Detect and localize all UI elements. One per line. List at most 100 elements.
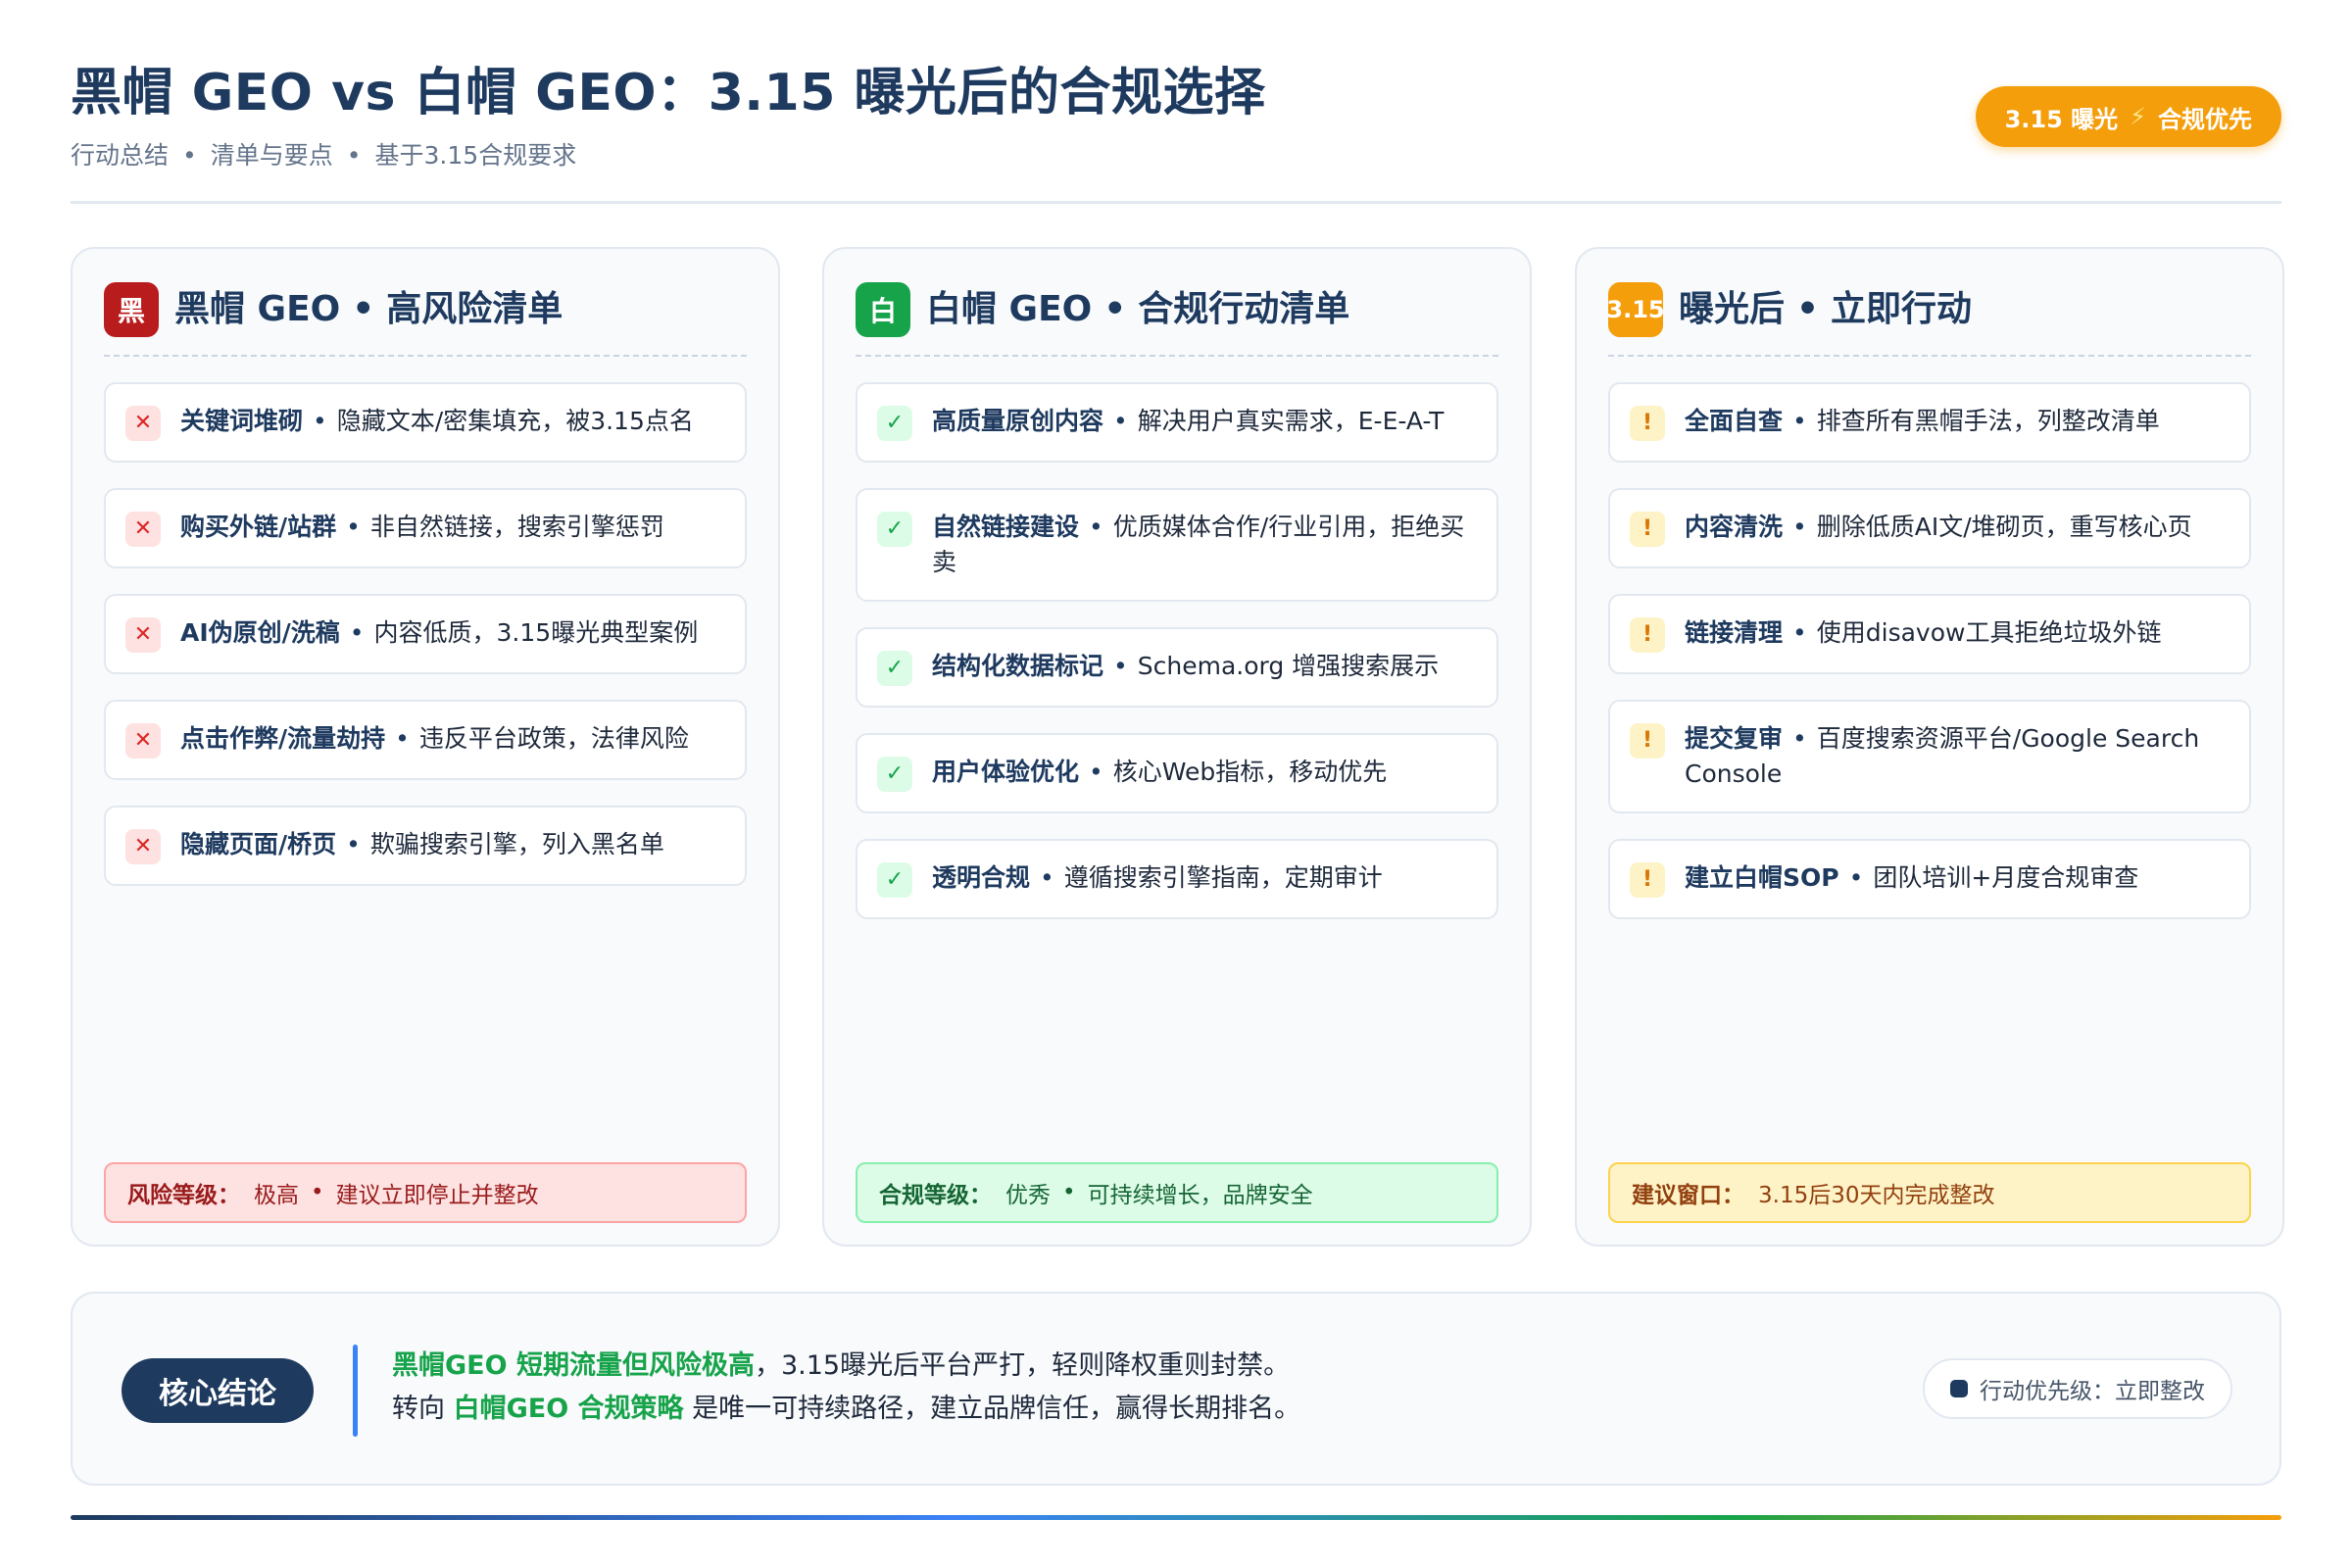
list-item: ✕ AI伪原创/洗稿 • 内容低质，3.15曝光典型案例 bbox=[104, 594, 747, 674]
exclamation-icon: ! bbox=[1630, 723, 1665, 759]
risk-level-footer: 风险等级： 极高 • 建议立即停止并整改 bbox=[104, 1162, 747, 1223]
footer-label: 合规等级： bbox=[879, 1183, 992, 1208]
item-description: 遵循搜索引擎指南，定期审计 bbox=[1063, 863, 1383, 892]
compliance-priority-badge: 3.15 曝光 ⚡ 合规优先 bbox=[1975, 86, 2281, 147]
list-item: ✓ 透明合规 • 遵循搜索引擎指南，定期审计 bbox=[856, 839, 1498, 919]
core-conclusion-panel: 核心结论 黑帽GEO 短期流量但风险极高，3.15曝光后平台严打，轻则降权重则封… bbox=[71, 1292, 2281, 1486]
badge-left-text: 3.15 曝光 bbox=[2004, 105, 2119, 133]
item-description: 非自然链接，搜索引擎惩罚 bbox=[369, 513, 664, 541]
after-exposure-column: 3.15 曝光后 • 立即行动 ! 全面自查 • 排查所有黑帽手法，列整改清单 ! 内容清洗… bbox=[1575, 247, 2284, 1247]
subtitle-separator: • bbox=[182, 141, 197, 170]
list-item: ! 建立白帽SOP • 团队培训+月度合规审查 bbox=[1608, 839, 2251, 919]
list-item: ✓ 自然链接建设 • 优质媒体合作/行业引用，拒绝买卖 bbox=[856, 488, 1498, 602]
conclusion-highlight: 白帽GEO 合规策略 bbox=[453, 1394, 684, 1424]
list-item: ✕ 点击作弊/流量劫持 • 违反平台政策，法律风险 bbox=[104, 700, 747, 780]
item-description: 隐藏文本/密集填充，被3.15点名 bbox=[336, 407, 694, 435]
check-icon: ✓ bbox=[877, 757, 912, 792]
footer-label: 风险等级： bbox=[127, 1183, 240, 1208]
cross-icon: ✕ bbox=[125, 617, 161, 653]
column-header: 白 白帽 GEO • 合规行动清单 bbox=[856, 282, 1498, 357]
conclusion-line-2: 转向 白帽GEO 合规策略 是唯一可持续路径，建立品牌信任，赢得长期排名。 bbox=[392, 1394, 1301, 1424]
item-name: 提交复审 bbox=[1685, 724, 1784, 753]
compliance-list: ✓ 高质量原创内容 • 解决用户真实需求，E-E-A-T ✓ 自然链接建设 • 优质媒体合作… bbox=[856, 382, 1498, 945]
item-description: 使用disavow工具拒绝垃圾外链 bbox=[1816, 618, 2162, 647]
check-icon: ✓ bbox=[877, 651, 912, 686]
list-item: ✕ 购买外链/站群 • 非自然链接，搜索引擎惩罚 bbox=[104, 488, 747, 568]
item-description: 解决用户真实需求，E-E-A-T bbox=[1137, 407, 1445, 435]
check-icon: ✓ bbox=[877, 862, 912, 898]
black-hat-column: 黑 黑帽 GEO • 高风险清单 ✕ 关键词堆砌 • 隐藏文本/密集填充，被3.15点名 … bbox=[71, 247, 780, 1247]
black-hat-icon: 黑 bbox=[104, 282, 159, 337]
date-badge-icon: 3.15 bbox=[1606, 282, 1665, 337]
list-item: ✕ 隐藏页面/桥页 • 欺骗搜索引擎，列入黑名单 bbox=[104, 806, 747, 886]
page-header: 黑帽 GEO vs 白帽 GEO：3.15 曝光后的合规选择 行动总结 • 清单与要… bbox=[71, 59, 2281, 204]
list-item: ✓ 高质量原创内容 • 解决用户真实需求，E-E-A-T bbox=[856, 382, 1498, 463]
column-title: 黑帽 GEO • 高风险清单 bbox=[174, 289, 564, 329]
footer-note: 建议立即停止并整改 bbox=[335, 1183, 539, 1208]
footer-value: 极高 bbox=[254, 1183, 299, 1208]
white-hat-icon: 白 bbox=[856, 282, 910, 337]
list-item: ✓ 结构化数据标记 • Schema.org 增强搜索展示 bbox=[856, 627, 1498, 708]
badge-right-text: 合规优先 bbox=[2158, 105, 2252, 133]
item-description: 删除低质AI文/堆砌页，重写核心页 bbox=[1816, 513, 2192, 541]
list-item: ! 内容清洗 • 删除低质AI文/堆砌页，重写核心页 bbox=[1608, 488, 2251, 568]
column-title: 白帽 GEO • 合规行动清单 bbox=[926, 289, 1350, 329]
accent-divider bbox=[353, 1345, 358, 1437]
footer-label: 建议窗口： bbox=[1632, 1183, 1744, 1208]
conclusion-line-1: 黑帽GEO 短期流量但风险极高，3.15曝光后平台严打，轻则降权重则封禁。 bbox=[392, 1350, 1291, 1381]
exclamation-icon: ! bbox=[1630, 406, 1665, 441]
item-description: Schema.org 增强搜索展示 bbox=[1137, 652, 1440, 680]
column-header: 黑 黑帽 GEO • 高风险清单 bbox=[104, 282, 747, 357]
item-name: 内容清洗 bbox=[1685, 513, 1784, 541]
item-name: 用户体验优化 bbox=[932, 758, 1080, 786]
check-icon: ✓ bbox=[877, 406, 912, 441]
cross-icon: ✕ bbox=[125, 406, 161, 441]
check-icon: ✓ bbox=[877, 512, 912, 547]
square-bullet-icon bbox=[1950, 1380, 1968, 1397]
column-header: 3.15 曝光后 • 立即行动 bbox=[1606, 282, 2251, 357]
item-name: 透明合规 bbox=[932, 863, 1031, 892]
subtitle-part-2: 清单与要点 bbox=[210, 141, 333, 170]
item-description: 欺骗搜索引擎，列入黑名单 bbox=[369, 830, 664, 858]
item-name: 关键词堆砌 bbox=[180, 407, 304, 435]
subtitle-separator: • bbox=[346, 141, 362, 170]
list-item: ! 链接清理 • 使用disavow工具拒绝垃圾外链 bbox=[1608, 594, 2251, 674]
list-item: ! 全面自查 • 排查所有黑帽手法，列整改清单 bbox=[1608, 382, 2251, 463]
column-title: 曝光后 • 立即行动 bbox=[1679, 289, 1973, 329]
exclamation-icon: ! bbox=[1630, 512, 1665, 547]
item-description: 团队培训+月度合规审查 bbox=[1873, 863, 2139, 892]
item-description: 核心Web指标，移动优先 bbox=[1112, 758, 1388, 786]
footer-value: 3.15后30天内完成整改 bbox=[1758, 1183, 1995, 1208]
cross-icon: ✕ bbox=[125, 829, 161, 864]
list-item: ✓ 用户体验优化 • 核心Web指标，移动优先 bbox=[856, 733, 1498, 813]
item-name: AI伪原创/洗稿 bbox=[180, 618, 340, 647]
action-list: ! 全面自查 • 排查所有黑帽手法，列整改清单 ! 内容清洗 • 删除低质AI文/堆砌页，重… bbox=[1608, 382, 2251, 945]
subtitle-part-3: 基于3.15合规要求 bbox=[374, 141, 577, 170]
exclamation-icon: ! bbox=[1630, 862, 1665, 898]
item-description: 违反平台政策，法律风险 bbox=[418, 724, 689, 753]
list-item: ! 提交复审 • 百度搜索资源平台/Google Search Console bbox=[1608, 700, 2251, 813]
item-name: 点击作弊/流量劫持 bbox=[180, 724, 386, 753]
cross-icon: ✕ bbox=[125, 512, 161, 547]
compliance-level-footer: 合规等级： 优秀 • 可持续增长，品牌安全 bbox=[856, 1162, 1498, 1223]
item-description: 内容低质，3.15曝光典型案例 bbox=[373, 618, 699, 647]
footer-note: 可持续增长，品牌安全 bbox=[1087, 1183, 1313, 1208]
core-conclusion-label: 核心结论 bbox=[122, 1358, 314, 1423]
item-name: 购买外链/站群 bbox=[180, 513, 337, 541]
list-item: ✕ 关键词堆砌 • 隐藏文本/密集填充，被3.15点名 bbox=[104, 382, 747, 463]
page-subtitle: 行动总结 • 清单与要点 • 基于3.15合规要求 bbox=[71, 139, 2281, 172]
action-priority-badge: 行动优先级：立即整改 bbox=[1923, 1358, 2232, 1419]
item-name: 结构化数据标记 bbox=[932, 652, 1104, 680]
footer-value: 优秀 bbox=[1005, 1183, 1051, 1208]
item-name: 自然链接建设 bbox=[932, 513, 1080, 541]
priority-text: 行动优先级：立即整改 bbox=[1980, 1379, 2205, 1404]
gradient-divider bbox=[71, 1515, 2281, 1520]
item-name: 高质量原创内容 bbox=[932, 407, 1104, 435]
page-title: 黑帽 GEO vs 白帽 GEO：3.15 曝光后的合规选择 bbox=[71, 64, 1266, 122]
lightning-bolt-icon: ⚡ bbox=[2130, 103, 2146, 130]
item-name: 建立白帽SOP bbox=[1685, 863, 1839, 892]
exclamation-icon: ! bbox=[1630, 617, 1665, 653]
conclusion-highlight: 黑帽GEO 短期流量但风险极高 bbox=[392, 1350, 755, 1381]
item-description: 排查所有黑帽手法，列整改清单 bbox=[1816, 407, 2160, 435]
item-name: 全面自查 bbox=[1685, 407, 1784, 435]
